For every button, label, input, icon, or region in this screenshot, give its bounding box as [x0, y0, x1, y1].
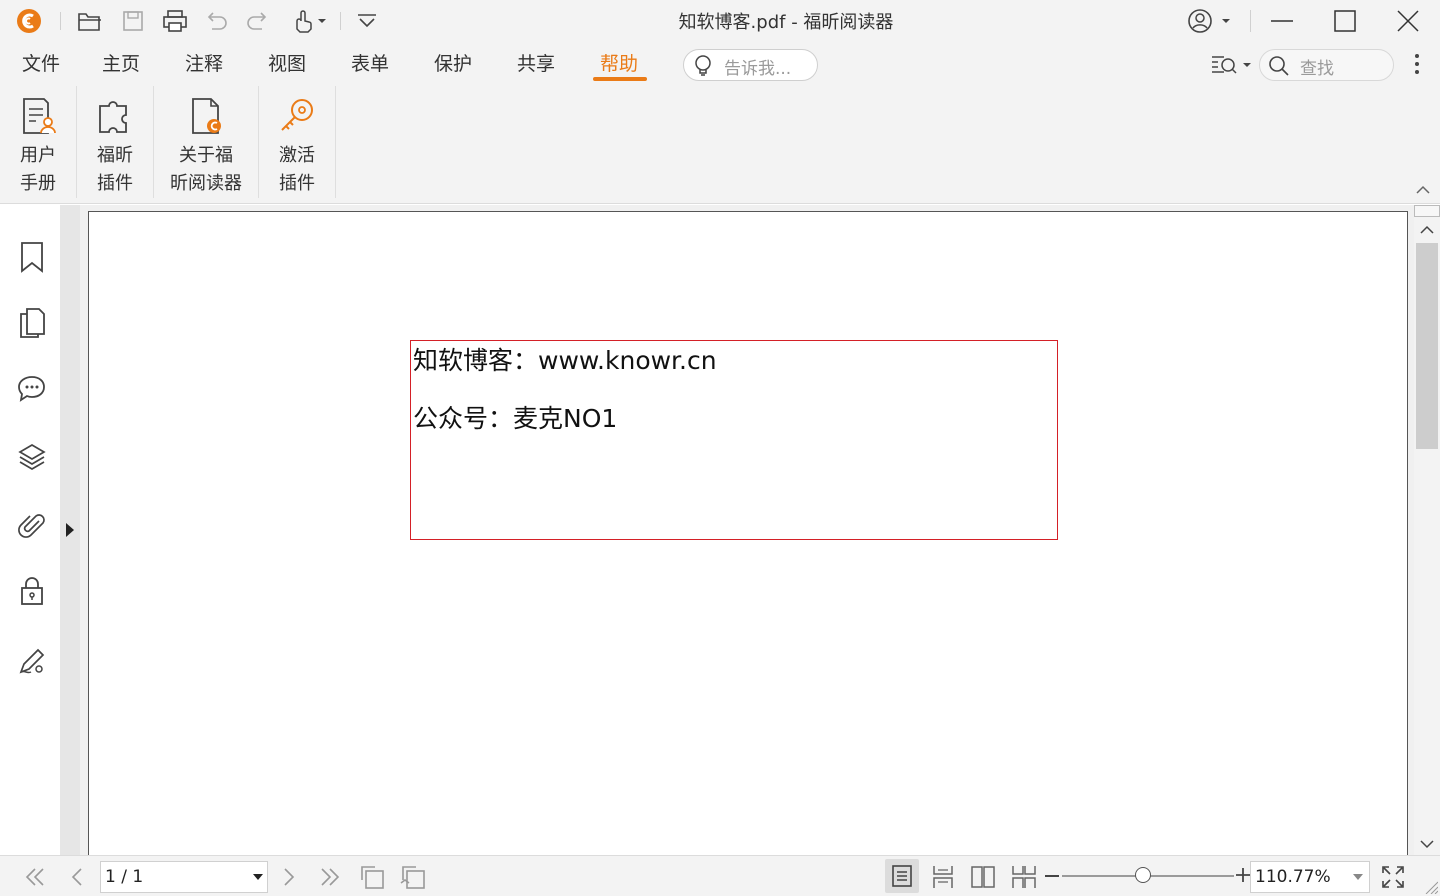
- first-page-icon[interactable]: [20, 862, 50, 892]
- layers-icon[interactable]: [14, 439, 50, 475]
- about-icon: [184, 94, 228, 138]
- resize-grip-icon[interactable]: [1424, 880, 1438, 894]
- divider: [153, 86, 154, 198]
- tab-help[interactable]: 帮助: [600, 50, 638, 78]
- zoom-dropdown-icon[interactable]: [1353, 874, 1363, 881]
- continuous-facing-view-icon[interactable]: [1009, 862, 1039, 892]
- divider: [258, 86, 259, 198]
- last-page-icon[interactable]: [315, 862, 345, 892]
- active-tab-indicator: [593, 77, 647, 81]
- expand-panel-icon[interactable]: [65, 523, 75, 537]
- save-icon[interactable]: [119, 7, 147, 35]
- zoom-out-icon[interactable]: [1045, 875, 1059, 877]
- lightbulb-icon: [692, 54, 714, 78]
- zoom-in-icon[interactable]: [1236, 868, 1250, 882]
- status-bar: 1 / 1 110.77%: [0, 855, 1440, 896]
- continuous-view-icon[interactable]: [928, 862, 958, 892]
- more-options-icon[interactable]: [1408, 52, 1426, 78]
- foxit-plugins-label-1: 福昕: [97, 145, 133, 166]
- pdf-page: 知软博客：www.knowr.cn 公众号：麦克NO1: [88, 211, 1408, 855]
- page-number-input[interactable]: 1 / 1: [100, 861, 268, 893]
- page-number-value: 1 / 1: [105, 867, 144, 887]
- account-dropdown-icon[interactable]: [1186, 7, 1232, 35]
- divider: [1250, 10, 1251, 32]
- activate-label-2: 插件: [279, 173, 315, 194]
- tab-file[interactable]: 文件: [22, 50, 60, 78]
- user-manual-label-2: 手册: [20, 173, 56, 194]
- navigation-sidebar: [0, 205, 60, 855]
- sidebar-toggle-handle[interactable]: [60, 205, 80, 855]
- hand-tool-dropdown-icon[interactable]: [288, 7, 328, 35]
- redo-icon[interactable]: [244, 7, 272, 35]
- user-manual-icon: [16, 94, 60, 138]
- vertical-scrollbar[interactable]: [1414, 205, 1440, 855]
- scrollbar-thumb[interactable]: [1416, 243, 1438, 449]
- facing-view-icon[interactable]: [968, 862, 998, 892]
- divider: [76, 86, 77, 198]
- open-folder-icon[interactable]: [76, 7, 104, 35]
- zoom-slider-handle[interactable]: [1134, 867, 1151, 883]
- document-line-blog: 知软博客：www.knowr.cn: [413, 346, 717, 375]
- signature-icon[interactable]: [14, 643, 50, 679]
- user-manual-label-1: 用户: [20, 145, 56, 166]
- ribbon-toolbar: 用户 手册 福昕 插件 关于福 昕阅读器 激活 插件: [0, 86, 1440, 204]
- split-handle[interactable]: [1414, 205, 1440, 217]
- title-bar: 知软博客.pdf - 福昕阅读器: [0, 0, 1440, 42]
- previous-view-icon[interactable]: [357, 862, 387, 892]
- activate-key-icon: [275, 94, 319, 138]
- window-title: 知软博客.pdf - 福昕阅读器: [678, 12, 894, 33]
- divider: [335, 86, 336, 198]
- single-page-view-icon[interactable]: [885, 859, 919, 893]
- collapse-ribbon-icon[interactable]: [1414, 184, 1432, 196]
- menu-bar: 文件 主页 注释 视图 表单 保护 共享 帮助 告诉我... 查找: [0, 42, 1440, 86]
- activate-plugins-button[interactable]: 激活 插件: [267, 86, 327, 204]
- scroll-up-icon[interactable]: [1420, 225, 1434, 235]
- print-icon[interactable]: [161, 7, 189, 35]
- plugin-icon: [93, 94, 137, 138]
- page-dropdown-icon[interactable]: [253, 874, 263, 881]
- tab-home[interactable]: 主页: [102, 50, 140, 78]
- text-annotation-box[interactable]: 知软博客：www.knowr.cn 公众号：麦克NO1: [410, 340, 1058, 540]
- divider: [340, 12, 341, 30]
- about-label-1: 关于福: [179, 145, 233, 166]
- search-icon: [1268, 55, 1290, 77]
- about-label-2: 昕阅读器: [170, 173, 242, 194]
- comments-icon[interactable]: [14, 371, 50, 407]
- tab-view[interactable]: 视图: [268, 50, 306, 78]
- pages-icon[interactable]: [14, 305, 50, 341]
- document-line-wechat: 公众号：麦克NO1: [413, 404, 618, 433]
- foxit-plugins-label-2: 插件: [97, 173, 133, 194]
- customize-toolbar-icon[interactable]: [353, 7, 381, 35]
- activate-label-1: 激活: [279, 145, 315, 166]
- about-foxit-reader-button[interactable]: 关于福 昕阅读器: [162, 86, 250, 204]
- tell-me-placeholder: 告诉我...: [724, 59, 792, 79]
- next-page-icon[interactable]: [274, 862, 304, 892]
- divider: [60, 12, 61, 30]
- zoom-level-input[interactable]: 110.77%: [1250, 861, 1370, 893]
- user-manual-button[interactable]: 用户 手册: [8, 86, 68, 204]
- tell-me-input[interactable]: 告诉我...: [683, 49, 818, 81]
- tab-comment[interactable]: 注释: [185, 50, 223, 78]
- search-input[interactable]: 查找: [1259, 49, 1394, 81]
- previous-page-icon[interactable]: [62, 862, 92, 892]
- search-options-dropdown-icon[interactable]: [1208, 52, 1254, 78]
- tab-form[interactable]: 表单: [351, 50, 389, 78]
- minimize-button[interactable]: [1252, 0, 1312, 42]
- scroll-down-icon[interactable]: [1420, 839, 1434, 849]
- foxit-plugins-button[interactable]: 福昕 插件: [85, 86, 145, 204]
- fullscreen-icon[interactable]: [1378, 862, 1408, 892]
- foxit-logo-icon: [15, 7, 43, 35]
- next-view-icon[interactable]: [398, 862, 428, 892]
- attachment-icon[interactable]: [14, 507, 50, 543]
- tab-protect[interactable]: 保护: [434, 50, 472, 78]
- search-placeholder: 查找: [1300, 59, 1334, 79]
- bookmark-icon[interactable]: [14, 239, 50, 275]
- security-icon[interactable]: [14, 573, 50, 609]
- maximize-button[interactable]: [1315, 0, 1375, 42]
- document-viewport[interactable]: 知软博客：www.knowr.cn 公众号：麦克NO1: [80, 205, 1414, 855]
- undo-icon[interactable]: [202, 7, 230, 35]
- tab-share[interactable]: 共享: [517, 50, 555, 78]
- close-button[interactable]: [1378, 0, 1438, 42]
- zoom-level-value: 110.77%: [1255, 867, 1331, 887]
